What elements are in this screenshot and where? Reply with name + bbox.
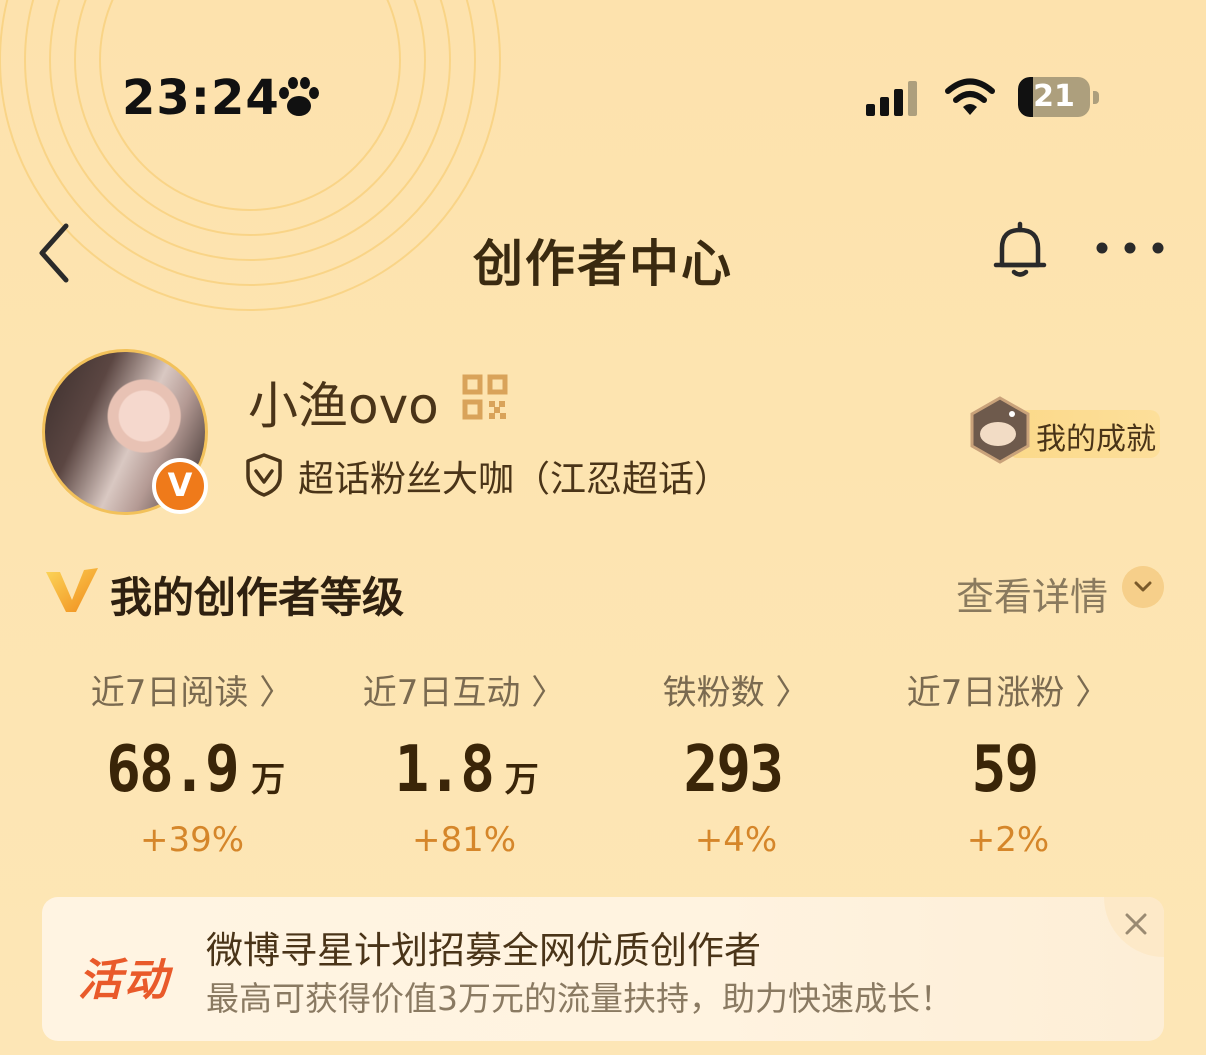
shield-icon bbox=[246, 453, 282, 497]
stat-label: 铁粉数 〉 bbox=[662, 673, 810, 713]
page-title: 创作者中心 bbox=[473, 235, 733, 293]
stat-label: 近7日阅读 〉 bbox=[90, 673, 294, 713]
banner-tag: 活动 bbox=[78, 955, 170, 1006]
stat-iron-fans[interactable]: 铁粉数 〉 293 +4% bbox=[606, 670, 866, 860]
stat-interactions[interactable]: 近7日互动 〉 1.8 万 +81% bbox=[334, 670, 594, 860]
bell-icon bbox=[993, 221, 1047, 277]
verified-badge: V bbox=[152, 458, 208, 514]
more-icon bbox=[1096, 242, 1164, 254]
back-button[interactable] bbox=[30, 218, 80, 288]
stat-unit: 万 bbox=[504, 760, 539, 800]
username[interactable]: 小渔ovo bbox=[248, 366, 439, 438]
stat-change: +81% bbox=[411, 820, 517, 860]
stat-label: 近7日涨粉 〉 bbox=[906, 673, 1110, 713]
qr-code-icon[interactable] bbox=[462, 374, 508, 420]
banner-title: 微博寻星计划招募全网优质创作者 bbox=[206, 929, 761, 972]
close-icon[interactable] bbox=[1120, 908, 1152, 940]
stat-label: 近7日互动 〉 bbox=[362, 673, 566, 713]
v-level-icon bbox=[46, 568, 98, 612]
level-title: 我的创作者等级 bbox=[110, 573, 405, 622]
chevron-down-icon[interactable] bbox=[1122, 566, 1164, 608]
achievement-label: 我的成就 bbox=[1036, 422, 1156, 457]
achievement-icon bbox=[970, 396, 1030, 464]
stat-change: +2% bbox=[966, 820, 1050, 860]
stat-value: 68.9 bbox=[106, 733, 239, 807]
view-details-link[interactable]: 查看详情 bbox=[956, 566, 1108, 621]
status-time: 23:24 bbox=[122, 70, 280, 126]
stat-change: +4% bbox=[694, 820, 778, 860]
fan-title[interactable]: 超话粉丝大咖（江忍超话） bbox=[298, 450, 730, 502]
back-icon bbox=[39, 223, 69, 283]
more-button[interactable] bbox=[1094, 238, 1166, 258]
stat-new-fans[interactable]: 近7日涨粉 〉 59 +2% bbox=[878, 670, 1138, 860]
stat-change: +39% bbox=[139, 820, 245, 860]
stat-reads[interactable]: 近7日阅读 〉 68.9 万 +39% bbox=[62, 670, 322, 860]
wifi-icon bbox=[945, 78, 995, 115]
notifications-button[interactable] bbox=[990, 220, 1050, 280]
battery-percent: 21 bbox=[1033, 79, 1075, 114]
signal-icon bbox=[866, 81, 917, 116]
stat-value: 59 bbox=[972, 733, 1040, 807]
battery-icon: 21 bbox=[1018, 77, 1090, 117]
banner-subtitle: 最高可获得价值3万元的流量扶持，助力快速成长！ bbox=[206, 979, 953, 1018]
stat-unit: 万 bbox=[251, 760, 286, 800]
battery-tip bbox=[1093, 91, 1099, 104]
stat-value: 293 bbox=[683, 733, 784, 807]
stat-value: 1.8 bbox=[394, 733, 495, 807]
paw-icon bbox=[279, 77, 319, 116]
